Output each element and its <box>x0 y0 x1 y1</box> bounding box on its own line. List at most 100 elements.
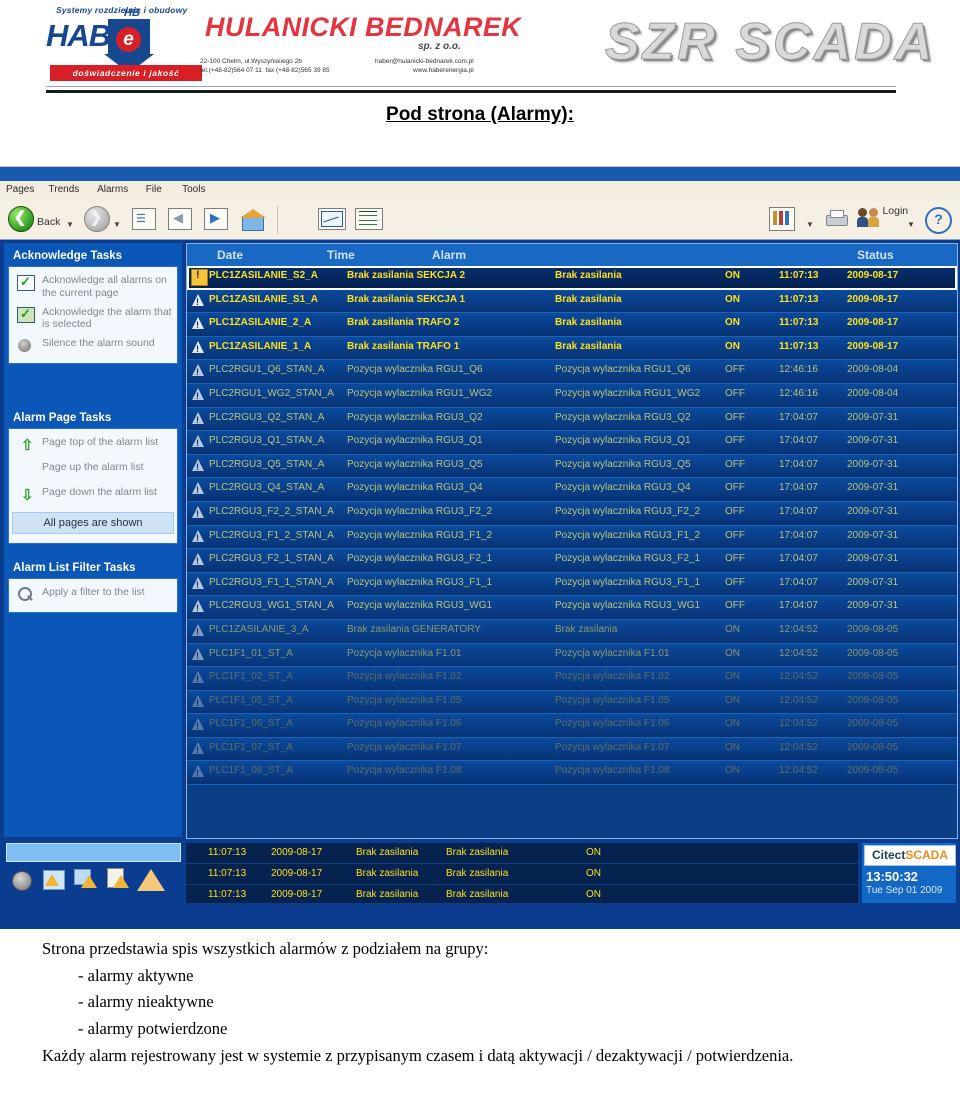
table-row[interactable]: ! PLC1F1_06_ST_A Pozycja wylacznika F1.06 P… <box>187 714 957 738</box>
menu-bar[interactable]: Pages Trends Alarms File Tools <box>0 181 960 201</box>
alarm-disabled-icon[interactable] <box>72 865 102 895</box>
table-row[interactable]: ! PLC2RGU3_F2_1_STAN_A Pozycja wylacznika … <box>187 549 957 573</box>
trend-chart-button[interactable] <box>355 208 383 230</box>
alarm-warning-icon[interactable] <box>136 865 166 895</box>
alarm-date: 2009-08-05 <box>847 671 899 683</box>
alarm-state: OFF <box>725 576 745 588</box>
table-row[interactable]: ! PLC1ZASILANIE_3_A Brak zasilania GENERAT… <box>187 619 957 644</box>
page-next-button[interactable]: ▶ <box>204 208 228 230</box>
sidebar-section-body: ⇧ Page top of the alarm list Page up the a… <box>8 428 178 544</box>
table-row[interactable]: ! PLC2RGU3_Q1_STAN_A Pozycja wylacznika RG… <box>187 431 957 455</box>
column-header-time[interactable]: Time <box>327 248 355 262</box>
menu-item-pages[interactable]: Pages <box>6 184 34 195</box>
print-button[interactable] <box>824 209 848 229</box>
alarm-time: 12:04:52 <box>779 647 818 659</box>
alarm-description: Pozycja wylacznika RGU3_Q2 <box>347 411 483 423</box>
alarm-description: Pozycja wylacznika F1.02 <box>347 671 462 683</box>
login-users-icon <box>857 207 883 229</box>
forward-button[interactable]: ❯ <box>84 206 110 232</box>
page-previous-button[interactable]: ◀ <box>168 208 192 230</box>
sidebar-task-apply-a-filter-to-the-list[interactable]: Apply a filter to the list <box>9 583 177 608</box>
alarm-time: 17:04:07 <box>779 529 818 541</box>
table-row[interactable]: ! PLC1F1_08_ST_A Pozycja wylacznika F1.08 P… <box>187 761 957 786</box>
sidebar-task-silence-the-alarm-sound[interactable]: Silence the alarm sound <box>9 334 177 359</box>
status-desc-1: Brak zasilania <box>356 868 419 879</box>
table-row[interactable]: ! PLC1F1_05_ST_A Pozycja wylacznika F1.05 P… <box>187 690 957 715</box>
back-label[interactable]: Back <box>37 212 60 230</box>
trend-page-button[interactable] <box>318 208 346 230</box>
table-row[interactable]: ! PLC1F1_02_ST_A Pozycja wylacznika F1.02 P… <box>187 667 957 691</box>
alarm-description-2: Pozycja wylacznika RGU3_F2_2 <box>555 505 701 517</box>
login-button[interactable]: Login <box>857 205 913 229</box>
alarm-table-body[interactable]: ! PLC1ZASILANIE_S2_A Brak zasilania SEKCJA… <box>187 266 957 836</box>
alarm-date: 2009-07-31 <box>847 435 899 447</box>
column-header-alarm[interactable]: Alarm <box>432 248 466 262</box>
table-row[interactable]: ! PLC2RGU3_F2_2_STAN_A Pozycja wylacznika … <box>187 501 957 526</box>
alarm-tag: PLC1ZASILANIE_S2_A <box>209 270 318 281</box>
report-dropdown-caret[interactable]: ▼ <box>806 214 814 232</box>
back-button[interactable]: ❮ <box>8 206 34 232</box>
alarm-summary-icon[interactable] <box>40 865 70 895</box>
menu-item-trends[interactable]: Trends <box>49 184 80 195</box>
sidebar-task-page-down-the-alarm-list[interactable]: ⇩ Page down the alarm list <box>9 483 177 508</box>
citect-logo: CitectSCADA <box>864 845 956 866</box>
table-row[interactable]: ! PLC2RGU3_Q2_STAN_A Pozycja wylacznika RG… <box>187 407 957 432</box>
alarm-tag: PLC2RGU3_Q1_STAN_A <box>209 435 325 447</box>
table-row[interactable]: ! PLC2RGU1_Q6_STAN_A Pozycja wylacznika RG… <box>187 360 957 384</box>
table-row[interactable]: ! PLC2RGU3_F1_1_STAN_A Pozycja wylacznika … <box>187 572 957 597</box>
alarm-date: 2009-08-05 <box>847 647 899 659</box>
alarm-date: 2009-07-31 <box>847 600 899 612</box>
status-desc-1: Brak zasilania <box>356 889 419 900</box>
page-title: Pod strona (Alarmy): <box>386 104 574 125</box>
alarm-time: 12:46:16 <box>779 364 818 376</box>
sidebar-task-acknowledge-the-alarm-that-is-selected[interactable]: ✓ Acknowledge the alarm that is selected <box>9 303 177 335</box>
column-header-status[interactable]: Status <box>857 248 894 262</box>
column-header-date[interactable]: Date <box>217 248 243 262</box>
alarm-description-2: Pozycja wylacznika RGU3_Q2 <box>555 411 691 423</box>
status-row: 11:07:13 2009-08-17 Brak zasilania Brak zas… <box>186 864 858 885</box>
table-row[interactable]: ! PLC2RGU1_WG2_STAN_A Pozycja wylacznika R… <box>187 383 957 408</box>
home-button[interactable] <box>240 207 266 231</box>
alarm-description-2: Pozycja wylacznika RGU3_F1_2 <box>555 529 701 541</box>
alarm-description: Pozycja wylacznika RGU3_WG1 <box>347 600 493 612</box>
menu-item-alarms[interactable]: Alarms <box>97 184 128 195</box>
status-selection-box[interactable] <box>6 843 181 862</box>
alarm-log-icon[interactable] <box>104 865 134 895</box>
menu-item-tools[interactable]: Tools <box>182 184 205 195</box>
alarm-date: 2009-08-17 <box>847 317 899 329</box>
alarm-time: 17:04:07 <box>779 505 818 517</box>
table-row[interactable]: ! PLC1ZASILANIE_2_A Brak zasilania TRAFO 2… <box>187 313 957 337</box>
back-dropdown-caret[interactable]: ▼ <box>66 214 74 232</box>
arrow-up-green-icon: ⇧ <box>21 437 34 454</box>
table-row[interactable]: ! PLC2RGU3_F1_2_STAN_A Pozycja wylacznika … <box>187 525 957 550</box>
table-row[interactable]: ! PLC1F1_01_ST_A Pozycja wylacznika F1.01 P… <box>187 643 957 668</box>
alarm-time: 17:04:07 <box>779 435 818 447</box>
alarm-state: ON <box>725 694 740 706</box>
table-row[interactable]: ! PLC2RGU3_Q4_STAN_A Pozycja wylacznika RG… <box>187 478 957 502</box>
alarm-tag: PLC1F1_02_ST_A <box>209 671 293 683</box>
sidebar-task-page-top-of-the-alarm-list[interactable]: ⇧ Page top of the alarm list <box>9 433 177 458</box>
help-button[interactable]: ? <box>925 207 952 234</box>
table-row[interactable]: ! PLC2RGU3_WG1_STAN_A Pozycja wylacznika R… <box>187 596 957 620</box>
sidebar-task-acknowledge-all-alarms-on-the-current-page[interactable]: ✓ Acknowledge all alarms on the current p… <box>9 271 177 303</box>
forward-dropdown-caret[interactable]: ▼ <box>113 214 121 232</box>
alarm-tag: PLC2RGU1_WG2_STAN_A <box>209 387 334 399</box>
table-row[interactable]: ! PLC1ZASILANIE_S1_A Brak zasilania SEKCJA… <box>187 289 957 314</box>
sidebar-section-body: ✓ Acknowledge all alarms on the current p… <box>8 266 178 365</box>
alarm-date: 2009-08-05 <box>847 694 899 706</box>
speaker-icon[interactable] <box>8 865 38 895</box>
alarm-state: OFF <box>725 458 745 470</box>
table-row[interactable]: ! PLC1F1_07_ST_A Pozycja wylacznika F1.07 P… <box>187 737 957 762</box>
sidebar-task-page-up-the-alarm-list[interactable]: Page up the alarm list <box>9 458 177 483</box>
alarm-bell-icon: ! <box>191 764 206 779</box>
table-row[interactable]: ! PLC1ZASILANIE_S2_A Brak zasilania SEKCJA… <box>187 266 957 290</box>
report-button[interactable] <box>769 207 795 231</box>
alarm-description: Brak zasilania SEKCJA 2 <box>347 270 466 281</box>
menu-item-file[interactable]: File <box>146 184 162 195</box>
table-row[interactable]: ! PLC2RGU3_Q5_STAN_A Pozycja wylacznika RG… <box>187 454 957 479</box>
table-row[interactable]: ! PLC1ZASILANIE_1_A Brak zasilania TRAFO 1… <box>187 336 957 361</box>
page-list-button[interactable]: ☰ <box>132 208 156 230</box>
status-date-value: 2009-08-17 <box>271 847 323 858</box>
letterhead-rule-thin <box>46 86 896 87</box>
login-dropdown-caret[interactable]: ▼ <box>907 214 915 232</box>
